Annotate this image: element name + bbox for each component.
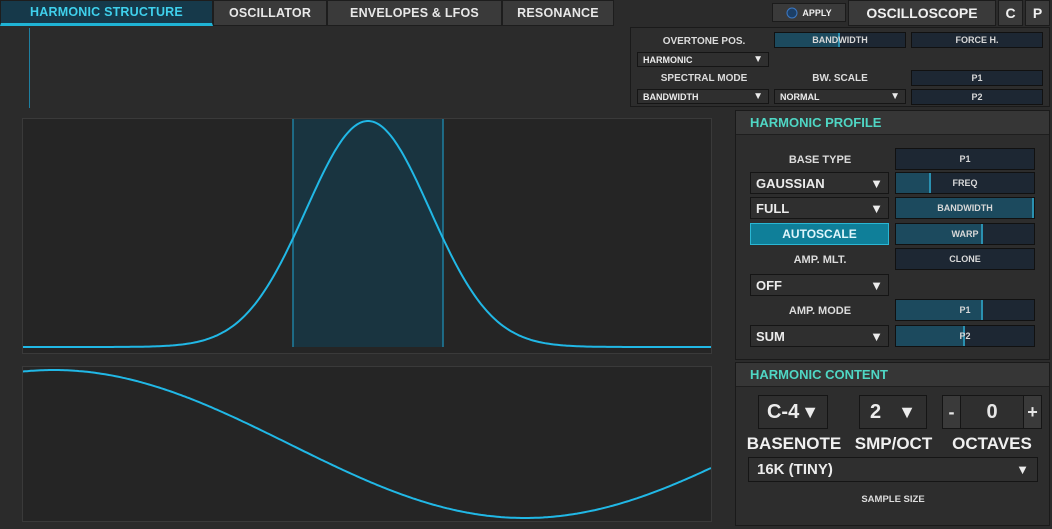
force-h-slider[interactable]: FORCE H. [911,32,1043,48]
slider-label: P1 [959,305,971,315]
amp-mode-value: SUM [756,328,785,344]
smp-oct-dropdown[interactable]: 2 ▼ [859,395,927,429]
bandwidth-slider-label: BANDWIDTH [812,35,868,45]
overtone-panel: OVERTONE POS. HARMONIC ▼ SPECTRAL MODE B… [630,27,1050,107]
bw-scale-label: BW. SCALE [812,73,868,84]
c-button[interactable]: C [998,0,1023,26]
base-type-value: GAUSSIAN [756,175,825,191]
chevron-down-icon: ▼ [870,277,883,293]
plus-icon: + [1027,401,1038,422]
tab-envelopes-lfos[interactable]: ENVELOPES & LFOS [327,0,502,26]
sample-size-value: 16K (TINY) [757,461,833,478]
basenote-dropdown[interactable]: C-4 ▼ [758,395,828,429]
amp-mlt-dropdown[interactable]: OFF ▼ [750,274,889,296]
profile-p1-slider[interactable]: P1 [895,148,1035,170]
bandwidth-slider[interactable]: BANDWIDTH [774,32,906,48]
full-value: FULL [756,200,790,216]
basenote-label: BASENOTE [746,434,842,453]
oscilloscope-label: OSCILLOSCOPE [866,5,978,21]
p1-slider[interactable]: P1 [911,70,1043,86]
harmonic-content-title: HARMONIC CONTENT [736,363,1049,387]
base-type-dropdown[interactable]: GAUSSIAN ▼ [750,172,889,194]
smp-oct-label: SMP/OCT [854,434,933,453]
p-button[interactable]: P [1025,0,1050,26]
amp-p1-slider[interactable]: P1 [895,299,1035,321]
chevron-down-icon: ▼ [870,200,883,216]
minus-icon: - [948,401,955,422]
spectral-mode-label: SPECTRAL MODE [660,73,748,84]
smp-oct-value: 2 [870,400,882,423]
p2-label: P2 [971,92,983,102]
octaves-plus-button[interactable]: + [1023,396,1041,428]
oscilloscope-button[interactable]: OSCILLOSCOPE [848,0,996,26]
chevron-down-icon: ▼ [870,328,883,344]
freq-slider[interactable]: FREQ [895,172,1035,194]
overtone-pos-value: HARMONIC [643,54,693,65]
clone-slider[interactable]: CLONE [895,248,1035,270]
slider-label: P1 [959,154,971,164]
power-icon [786,7,798,18]
tab-harmonic-structure[interactable]: HARMONIC STRUCTURE [0,0,213,26]
bw-scale-dropdown[interactable]: NORMAL ▼ [774,89,906,104]
harmonic-profile-graph[interactable] [22,118,712,354]
p2-slider[interactable]: P2 [911,89,1043,105]
apply-button[interactable]: APPLY [772,3,846,22]
harmonic-content-panel: HARMONIC CONTENT C-4 ▼ BASENOTE 2 ▼ SMP/… [735,362,1050,526]
bandwidth-region [293,119,443,347]
chevron-down-icon: ▼ [1016,462,1029,477]
c-label: C [1005,5,1016,21]
tab-oscillator[interactable]: OSCILLATOR [213,0,327,26]
octaves-label: OCTAVES [952,434,1032,453]
sine-curve [22,369,712,519]
p1-label: P1 [971,73,983,83]
octaves-value[interactable]: 0 [961,401,1023,424]
spectral-mode-dropdown[interactable]: BANDWIDTH ▼ [637,89,769,104]
tab-label: OSCILLATOR [228,6,312,20]
spectral-mode-value: BANDWIDTH [643,91,699,102]
tab-label: HARMONIC STRUCTURE [30,5,183,19]
chevron-down-icon: ▼ [870,175,883,191]
autoscale-button[interactable]: AUTOSCALE [750,223,889,245]
slider-label: CLONE [949,254,981,264]
apply-label: APPLY [802,7,832,18]
chevron-down-icon: ▼ [890,91,900,102]
position-marker [29,28,30,108]
tab-resonance[interactable]: RESONANCE [502,0,614,26]
wave-curve-svg [22,369,712,519]
warp-slider[interactable]: WARP [895,223,1035,245]
amp-mode-label: AMP. MODE [788,305,852,317]
tab-label: RESONANCE [517,6,599,20]
harmonic-spectrum-graph[interactable] [22,366,712,522]
harmonic-profile-panel: HARMONIC PROFILE BASE TYPE GAUSSIAN ▼ FU… [735,110,1050,360]
octaves-minus-button[interactable]: - [943,396,961,428]
slider-label: WARP [951,229,979,239]
force-h-label: FORCE H. [955,35,999,45]
sample-size-dropdown[interactable]: 16K (TINY) ▼ [748,457,1038,482]
slider-label: P2 [959,331,971,341]
chevron-down-icon: ▼ [753,91,763,102]
slider-label: FREQ [952,178,978,188]
amp-p2-slider[interactable]: P2 [895,325,1035,347]
slider-label: BANDWIDTH [937,203,993,213]
base-type-label: BASE TYPE [788,154,852,166]
overtone-pos-dropdown[interactable]: HARMONIC ▼ [637,52,769,67]
amp-mlt-label: AMP. MLT. [793,254,847,266]
p-label: P [1032,5,1043,21]
tab-label: ENVELOPES & LFOS [350,6,479,20]
chevron-down-icon: ▼ [801,401,820,422]
octaves-stepper: - 0 + [942,395,1042,429]
overtone-pos-label: OVERTONE POS. [662,36,746,47]
full-dropdown[interactable]: FULL ▼ [750,197,889,219]
profile-bandwidth-slider[interactable]: BANDWIDTH [895,197,1035,219]
bw-scale-value: NORMAL [780,91,820,102]
autoscale-label: AUTOSCALE [782,227,857,241]
harmonic-profile-title: HARMONIC PROFILE [736,111,1049,135]
chevron-down-icon: ▼ [753,54,763,65]
chevron-down-icon: ▼ [898,401,916,422]
amp-mlt-value: OFF [756,277,782,293]
basenote-value: C-4 [766,400,800,423]
amp-mode-dropdown[interactable]: SUM ▼ [750,325,889,347]
sample-size-label: SAMPLE SIZE [861,494,925,505]
profile-curve-svg [23,119,711,348]
